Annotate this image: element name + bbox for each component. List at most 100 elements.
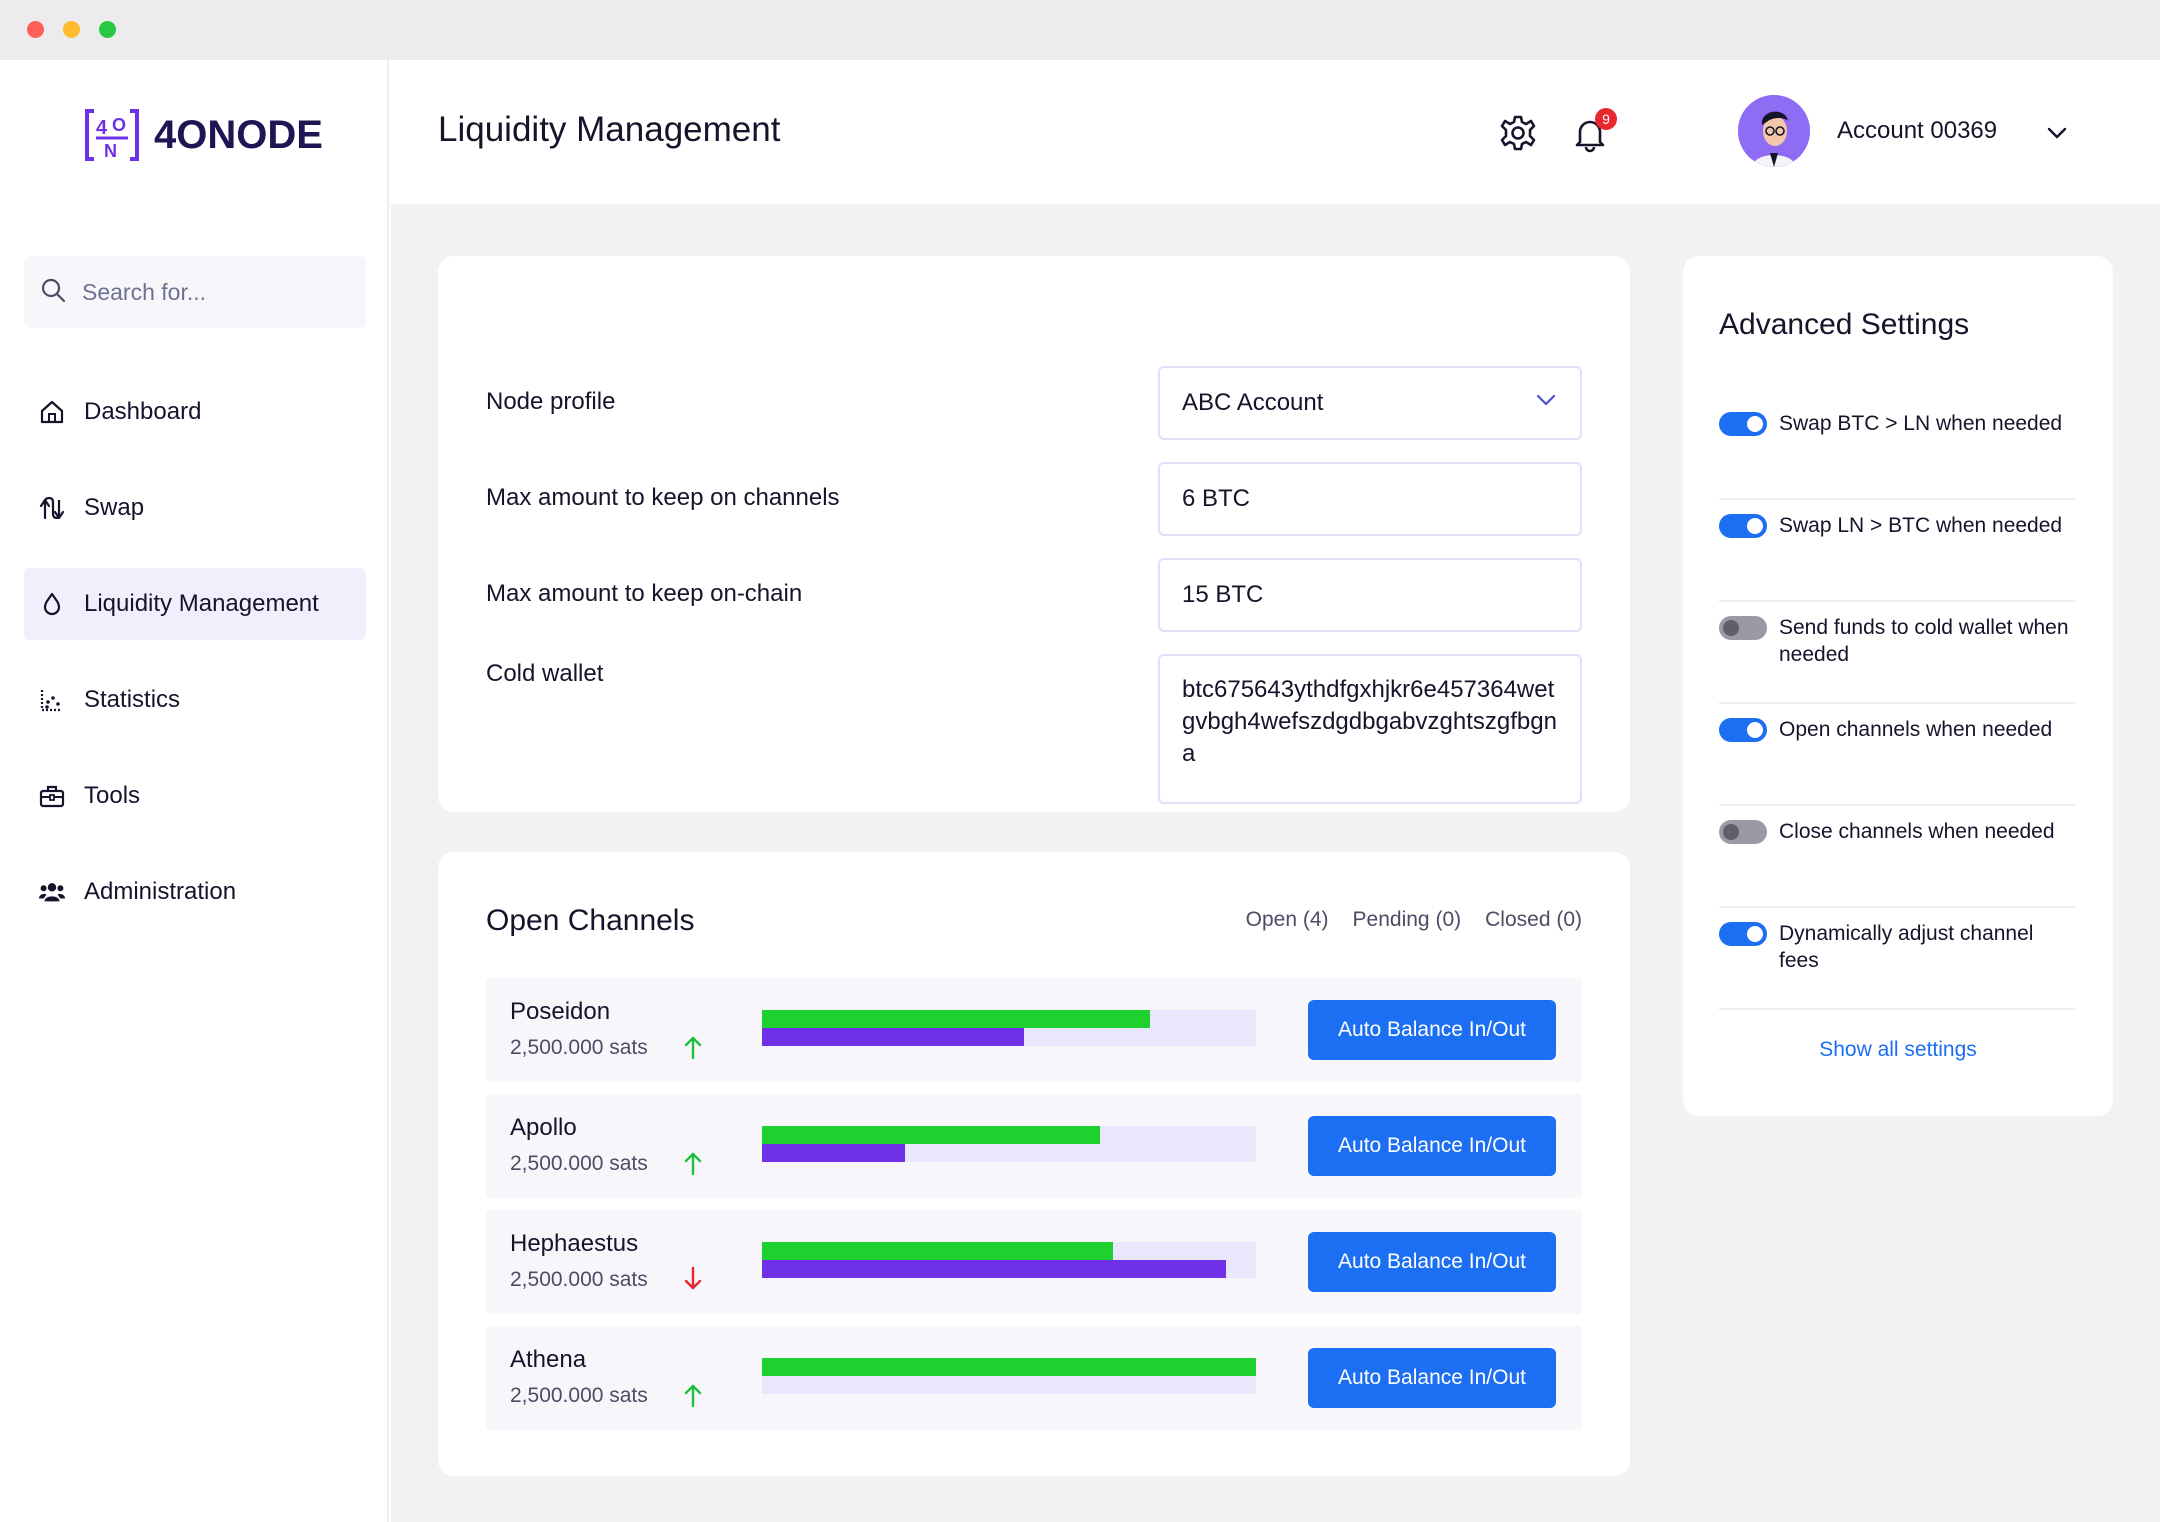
notification-badge: 9 <box>1595 108 1617 130</box>
svg-text:4: 4 <box>96 117 108 139</box>
setting-swap-btc-ln: Swap BTC > LN when needed <box>1719 398 2075 500</box>
liquidity-bar <box>762 1358 1256 1394</box>
search-box[interactable] <box>24 256 366 328</box>
setting-label: Swap BTC > LN when needed <box>1779 412 2063 435</box>
top-header: Liquidity Management 9 Account 00369 <box>391 60 2160 204</box>
channel-name: Hephaestus <box>510 1230 639 1257</box>
channel-row: Apollo 2,500.000 sats Auto Balance In/Ou… <box>486 1094 1582 1198</box>
toggle-switch[interactable] <box>1719 922 1767 946</box>
chart-icon <box>38 686 66 714</box>
advanced-settings-card: Advanced Settings Swap BTC > LN when nee… <box>1683 256 2113 1116</box>
node-profile-select[interactable]: ABC Account <box>1158 366 1582 440</box>
drop-icon <box>38 590 66 618</box>
toggle-switch[interactable] <box>1719 616 1767 640</box>
auto-balance-button[interactable]: Auto Balance In/Out <box>1308 1000 1556 1060</box>
title-bar <box>0 0 2160 60</box>
close-window-button[interactable] <box>27 21 44 38</box>
node-profile-label: Node profile <box>486 388 616 415</box>
setting-close-channels: Close channels when needed <box>1719 806 2075 908</box>
channel-row: Hephaestus 2,500.000 sats Auto Balance I… <box>486 1210 1582 1314</box>
liquidity-bar <box>762 1242 1256 1278</box>
toggle-switch[interactable] <box>1719 514 1767 538</box>
brand-logo[interactable]: 4 O N 4ONODE <box>84 107 323 163</box>
cold-wallet-value: btc675643ythdfgxhjkr6e457364wetgvbgh4wef… <box>1182 676 1557 767</box>
account-name[interactable]: Account 00369 <box>1837 117 1997 145</box>
sidebar: 4 O N 4ONODE Dashboard <box>0 60 389 1522</box>
chevron-down-icon[interactable] <box>2044 120 2070 146</box>
inbound-bar <box>762 1028 1024 1046</box>
liquidity-bar <box>762 1126 1256 1162</box>
page-title: Liquidity Management <box>438 110 781 149</box>
sidebar-nav: Dashboard Swap Liquidity Management Stat… <box>24 376 366 952</box>
auto-balance-button[interactable]: Auto Balance In/Out <box>1308 1348 1556 1408</box>
tab-open[interactable]: Open (4) <box>1246 908 1329 932</box>
channel-status-tabs: Open (4) Pending (0) Closed (0) <box>1246 908 1582 932</box>
sidebar-item-label: Statistics <box>84 686 181 713</box>
max-channels-input[interactable]: 6 BTC <box>1158 462 1582 536</box>
gear-icon[interactable] <box>1497 112 1539 154</box>
bell-icon[interactable]: 9 <box>1569 108 1617 154</box>
setting-swap-ln-btc: Swap LN > BTC when needed <box>1719 500 2075 602</box>
svg-text:N: N <box>104 141 117 161</box>
zoom-window-button[interactable] <box>99 21 116 38</box>
toggle-switch[interactable] <box>1719 412 1767 436</box>
channel-amount: 2,500.000 sats <box>510 1268 648 1291</box>
minimize-window-button[interactable] <box>63 21 80 38</box>
auto-balance-button[interactable]: Auto Balance In/Out <box>1308 1116 1556 1176</box>
max-channels-value: 6 BTC <box>1182 485 1251 512</box>
search-icon <box>40 277 66 308</box>
setting-label: Dynamically adjust channel fees <box>1779 922 2034 972</box>
liquidity-form-card: Node profile ABC Account Max amount to k… <box>438 256 1630 812</box>
open-channels-card: Open Channels Open (4) Pending (0) Close… <box>438 852 1630 1476</box>
sidebar-item-statistics[interactable]: Statistics <box>24 664 366 736</box>
sidebar-item-label: Tools <box>84 782 141 809</box>
channel-row: Athena 2,500.000 sats Auto Balance In/Ou… <box>486 1326 1582 1430</box>
chevron-down-icon <box>1534 388 1558 419</box>
auto-balance-button[interactable]: Auto Balance In/Out <box>1308 1232 1556 1292</box>
setting-adjust-fees: Dynamically adjust channel fees <box>1719 908 2075 1010</box>
svg-text:O: O <box>112 115 126 135</box>
max-onchain-label: Max amount to keep on-chain <box>486 580 803 607</box>
node-profile-value: ABC Account <box>1182 389 1324 416</box>
tab-closed[interactable]: Closed (0) <box>1485 908 1582 932</box>
sidebar-item-dashboard[interactable]: Dashboard <box>24 376 366 448</box>
sidebar-item-liquidity-management[interactable]: Liquidity Management <box>24 568 366 640</box>
setting-label: Swap LN > BTC when needed <box>1779 514 2063 537</box>
trend-up-icon <box>682 1150 704 1176</box>
search-input[interactable] <box>82 278 342 306</box>
toggle-switch[interactable] <box>1719 718 1767 742</box>
main-content: Node profile ABC Account Max amount to k… <box>391 204 2160 1522</box>
toolbox-icon <box>38 782 66 810</box>
avatar[interactable] <box>1738 95 1810 167</box>
tab-pending[interactable]: Pending (0) <box>1353 908 1462 932</box>
liquidity-bar <box>762 1010 1256 1046</box>
setting-cold-wallet: Send funds to cold wallet when needed <box>1719 602 2075 704</box>
sidebar-item-tools[interactable]: Tools <box>24 760 366 832</box>
swap-icon <box>38 494 66 522</box>
max-onchain-input[interactable]: 15 BTC <box>1158 558 1582 632</box>
sidebar-item-label: Dashboard <box>84 398 202 425</box>
setting-label: Close channels when needed <box>1779 820 2055 843</box>
show-all-settings-link[interactable]: Show all settings <box>1683 1038 2113 1062</box>
channel-amount: 2,500.000 sats <box>510 1036 648 1059</box>
setting-label: Send funds to cold wallet when needed <box>1779 616 2069 666</box>
max-onchain-value: 15 BTC <box>1182 581 1264 608</box>
toggle-switch[interactable] <box>1719 820 1767 844</box>
channel-name: Athena <box>510 1346 587 1373</box>
max-channels-label: Max amount to keep on channels <box>486 484 840 511</box>
channel-amount: 2,500.000 sats <box>510 1384 648 1407</box>
outbound-bar <box>762 1010 1150 1028</box>
outbound-bar <box>762 1242 1113 1260</box>
brand-name: 4ONODE <box>154 112 323 157</box>
channel-row: Poseidon 2,500.000 sats Auto Balance In/… <box>486 978 1582 1082</box>
trend-up-icon <box>682 1382 704 1408</box>
cold-wallet-input[interactable]: btc675643ythdfgxhjkr6e457364wetgvbgh4wef… <box>1158 654 1582 804</box>
trend-up-icon <box>682 1034 704 1060</box>
outbound-bar <box>762 1358 1256 1376</box>
sidebar-item-administration[interactable]: Administration <box>24 856 366 928</box>
sidebar-item-swap[interactable]: Swap <box>24 472 366 544</box>
sidebar-item-label: Liquidity Management <box>84 590 319 617</box>
cold-wallet-label: Cold wallet <box>486 660 604 687</box>
setting-open-channels: Open channels when needed <box>1719 704 2075 806</box>
setting-label: Open channels when needed <box>1779 718 2053 741</box>
